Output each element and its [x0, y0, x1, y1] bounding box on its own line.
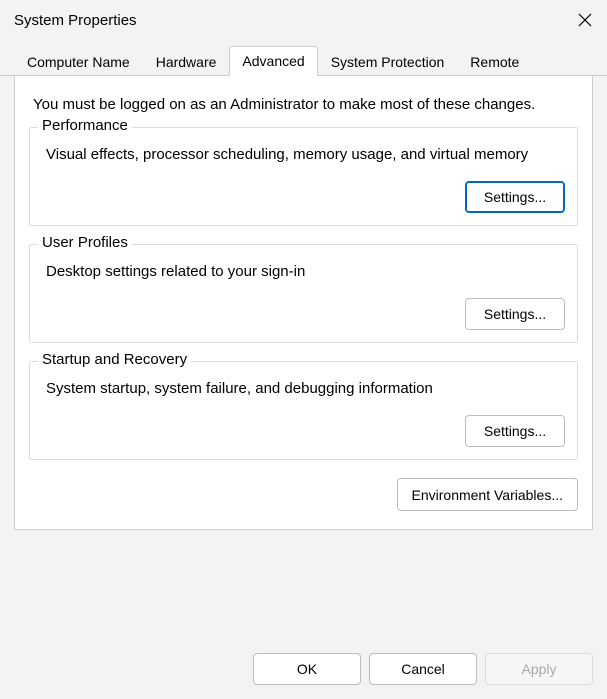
group-user-profiles-desc: Desktop settings related to your sign-in [46, 263, 565, 280]
group-user-profiles-title: User Profiles [38, 234, 132, 251]
intro-text: You must be logged on as an Administrato… [33, 96, 574, 113]
group-performance-desc: Visual effects, processor scheduling, me… [46, 146, 565, 163]
group-performance-title: Performance [38, 117, 132, 134]
group-startup-recovery-desc: System startup, system failure, and debu… [46, 380, 565, 397]
titlebar: System Properties [0, 0, 607, 40]
tab-remote[interactable]: Remote [457, 47, 532, 76]
group-user-profiles: User Profiles Desktop settings related t… [29, 244, 578, 343]
group-startup-recovery: Startup and Recovery System startup, sys… [29, 361, 578, 460]
group-performance: Performance Visual effects, processor sc… [29, 127, 578, 226]
system-properties-dialog: System Properties Computer Name Hardware… [0, 0, 607, 699]
environment-variables-button[interactable]: Environment Variables... [397, 478, 578, 511]
group-performance-button-row: Settings... [42, 181, 565, 213]
performance-settings-button[interactable]: Settings... [465, 181, 565, 213]
ok-button[interactable]: OK [253, 653, 361, 685]
group-startup-recovery-button-row: Settings... [42, 415, 565, 447]
user-profiles-settings-button[interactable]: Settings... [465, 298, 565, 330]
cancel-button[interactable]: Cancel [369, 653, 477, 685]
tab-computer-name[interactable]: Computer Name [14, 47, 143, 76]
close-button[interactable] [563, 0, 607, 40]
close-icon [578, 13, 592, 27]
apply-button[interactable]: Apply [485, 653, 593, 685]
group-startup-recovery-title: Startup and Recovery [38, 351, 191, 368]
tab-system-protection[interactable]: System Protection [318, 47, 458, 76]
env-button-row: Environment Variables... [29, 478, 578, 511]
tab-content-advanced: You must be logged on as an Administrato… [14, 76, 593, 530]
tabstrip: Computer Name Hardware Advanced System P… [0, 40, 607, 76]
tab-hardware[interactable]: Hardware [143, 47, 230, 76]
window-title: System Properties [14, 12, 137, 29]
startup-recovery-settings-button[interactable]: Settings... [465, 415, 565, 447]
group-user-profiles-button-row: Settings... [42, 298, 565, 330]
dialog-footer: OK Cancel Apply [253, 653, 593, 685]
tab-advanced[interactable]: Advanced [229, 46, 317, 76]
